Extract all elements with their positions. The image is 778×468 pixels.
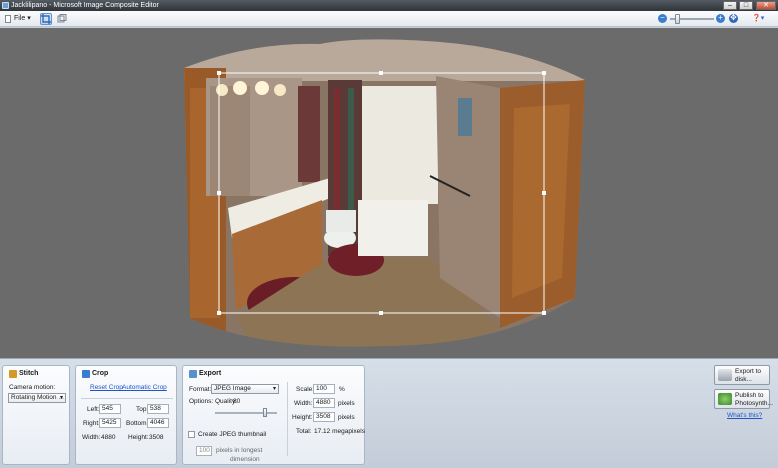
thumbnail-suffix-2: dimension: [230, 456, 260, 463]
crop-divider: [81, 398, 173, 399]
export-to-disk-button[interactable]: Export to disk...: [714, 365, 770, 385]
chevron-down-icon: ▾: [272, 386, 276, 392]
export-width-unit: pixels: [338, 400, 355, 407]
zoom-in-button[interactable]: +: [716, 14, 725, 23]
format-select[interactable]: JPEG Image ▾: [211, 384, 279, 394]
crop-title: Crop: [82, 370, 109, 378]
reset-crop-link[interactable]: Reset Crop: [90, 384, 123, 391]
maximize-button[interactable]: □: [739, 1, 753, 10]
3d-view-icon: [57, 14, 67, 23]
export-divider: [287, 382, 288, 456]
export-height-label: Height:: [292, 414, 313, 421]
help-button[interactable]: ❓▾: [752, 14, 768, 24]
file-menu[interactable]: File ▾: [4, 14, 34, 24]
zoom-out-button[interactable]: −: [658, 14, 667, 23]
minimize-button[interactable]: –: [723, 1, 737, 10]
quality-slider-track[interactable]: [215, 412, 277, 414]
bottom-panel-area: Stitch Camera motion: Rotating Motion ..…: [0, 358, 778, 468]
export-icon: [189, 370, 197, 378]
camera-motion-label: Camera motion:: [9, 384, 56, 391]
whats-this-link[interactable]: What's this?: [727, 412, 762, 419]
disk-icon: [718, 369, 732, 381]
stitch-icon: [9, 370, 17, 378]
total-value: 17.12 megapixels: [314, 428, 365, 435]
window-title: Jacklilipano - Microsoft Image Composite…: [11, 2, 159, 9]
thumbnail-suffix-1: pixels in longest: [216, 447, 263, 454]
crop-height-label: Height:: [128, 434, 149, 441]
camera-motion-select[interactable]: Rotating Motion ... ▾: [8, 393, 66, 403]
format-label: Format:: [189, 386, 212, 393]
app-icon: [2, 2, 9, 9]
crop-title-text: Crop: [92, 370, 109, 377]
export-title: Export: [189, 370, 222, 378]
crop-left-label: Left:: [87, 406, 100, 413]
stitch-title-text: Stitch: [19, 370, 39, 377]
stitch-title: Stitch: [9, 370, 39, 378]
close-button[interactable]: ✕: [756, 1, 776, 10]
export-width-field[interactable]: 4880: [313, 398, 335, 408]
crop-bottom-field[interactable]: 4046: [147, 418, 169, 428]
crop-height-value: 3508: [149, 434, 164, 441]
stitch-panel: Stitch Camera motion: Rotating Motion ..…: [2, 365, 70, 465]
3d-view-button[interactable]: [56, 13, 68, 25]
export-panel: Export Format: JPEG Image ▾ Options: Qua…: [182, 365, 365, 465]
fit-to-window-button[interactable]: ✥: [729, 14, 738, 23]
crop-panel: Crop Reset Crop Automatic Crop Left: 545…: [75, 365, 177, 465]
publish-label: Publish to Photosynth...: [735, 392, 773, 407]
format-value: JPEG Image: [214, 385, 251, 392]
export-title-text: Export: [199, 370, 222, 377]
panorama-canvas[interactable]: [0, 28, 778, 358]
crop-top-field[interactable]: 538: [147, 404, 169, 414]
crop-tool-button[interactable]: [40, 13, 52, 25]
photosynth-icon: [718, 393, 732, 405]
export-height-unit: pixels: [338, 414, 355, 421]
title-bar: Jacklilipano - Microsoft Image Composite…: [0, 0, 778, 11]
export-to-disk-label: Export to disk...: [735, 368, 762, 383]
crop-width-value: 4880: [101, 434, 116, 441]
total-label: Total:: [296, 428, 312, 435]
crop-right-field[interactable]: 5425: [99, 418, 121, 428]
crop-right-label: Right:: [83, 420, 100, 427]
export-width-label: Width:: [294, 400, 313, 407]
camera-motion-value: Rotating Motion ...: [11, 394, 64, 401]
panorama-image: [184, 39, 585, 347]
crop-width-label: Width:: [82, 434, 101, 441]
chevron-down-icon: ▾: [59, 395, 63, 401]
scale-unit: %: [339, 386, 345, 393]
scale-field[interactable]: 100: [313, 384, 335, 394]
crop-bottom-label: Bottom:: [126, 420, 149, 427]
crop-icon: [82, 370, 90, 378]
thumbnail-checkbox[interactable]: [188, 431, 195, 438]
options-label: Options:: [189, 398, 214, 405]
zoom-slider-thumb[interactable]: [675, 14, 680, 24]
thumbnail-label: Create JPEG thumbnail: [198, 431, 267, 438]
export-height-field[interactable]: 3508: [313, 412, 335, 422]
thumbnail-size-field[interactable]: 100: [196, 446, 212, 456]
publish-photosynth-button[interactable]: Publish to Photosynth...: [714, 389, 773, 409]
document-icon: [5, 15, 11, 23]
crop-left-field[interactable]: 545: [99, 404, 121, 414]
toolbar: File ▾ − + ✥ ❓▾: [0, 11, 778, 27]
quality-value: 80: [233, 398, 241, 405]
crop-icon: [41, 14, 51, 24]
scale-label: Scale:: [296, 386, 315, 393]
file-menu-label: File ▾: [14, 15, 31, 22]
quality-slider-thumb[interactable]: [262, 408, 267, 417]
automatic-crop-link[interactable]: Automatic Crop: [122, 384, 167, 391]
